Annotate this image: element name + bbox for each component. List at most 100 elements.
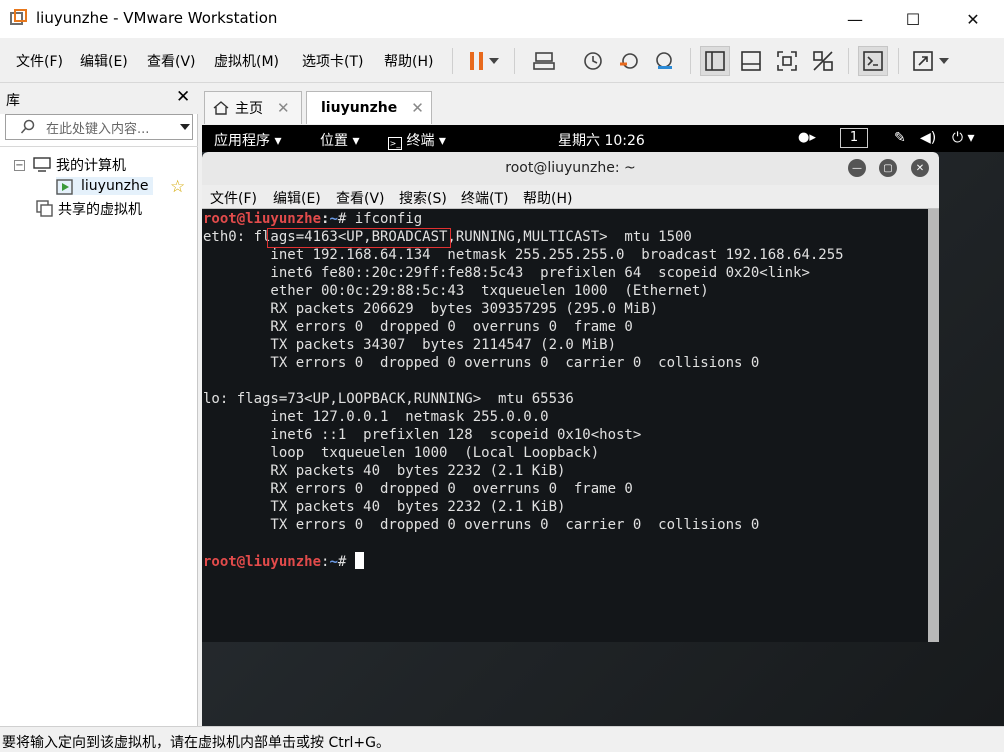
terminal-window: root@liuyunzhe: ~ — ▢ ✕ 文件(F) 编辑(E) 查看(V… — [202, 152, 939, 642]
term-menu-edit[interactable]: 编辑(E) — [273, 188, 321, 208]
terminal-output[interactable]: root@liuyunzhe:~# ifconfig eth0: flags=4… — [202, 209, 928, 642]
output-line: inet 192.168.64.134 netmask 255.255.255.… — [203, 247, 844, 263]
vmware-logo-icon — [10, 9, 27, 25]
menu-edit[interactable]: 编辑(E) — [80, 51, 128, 71]
close-button[interactable]: ✕ — [950, 0, 996, 38]
prompt-user: root@liuyunzhe — [203, 211, 322, 227]
chevron-down-icon[interactable] — [936, 46, 952, 76]
minimize-icon[interactable]: — — [848, 159, 866, 177]
search-input[interactable]: 在此处键入内容... — [46, 118, 176, 137]
tree-label: 共享的虚拟机 — [58, 202, 142, 218]
collapse-icon[interactable]: − — [14, 159, 25, 171]
tab-label: liuyunzhe — [321, 100, 398, 116]
chevron-down-icon[interactable] — [486, 46, 502, 76]
tab-label: 主页 — [235, 101, 263, 117]
tab-liuyunzhe[interactable]: liuyunzhe ✕ — [306, 91, 432, 124]
computer-icon — [33, 157, 51, 172]
term-menu-file[interactable]: 文件(F) — [210, 188, 257, 208]
output-line: TX errors 0 dropped 0 overruns 0 carrier… — [203, 355, 760, 371]
window-title: liuyunzhe - VMware Workstation — [36, 9, 278, 27]
tree-vm-liuyunzhe[interactable]: liuyunzhe — [56, 177, 153, 195]
menu-view[interactable]: 查看(V) — [147, 51, 196, 71]
term-menu-search[interactable]: 搜索(S) — [399, 188, 447, 208]
snapshot-manager-icon[interactable] — [650, 46, 680, 76]
tree-my-computer[interactable]: − 我的计算机 — [14, 155, 126, 175]
search-icon — [20, 119, 35, 134]
vm-console[interactable]: 应用程序 ▾ 位置 ▾ >_ 终端 ▾ 星期六 10:26 ●▸ 1 ✎ ◀) … — [202, 125, 1004, 726]
output-line: RX errors 0 dropped 0 overruns 0 frame 0 — [203, 481, 633, 497]
prompt-line: root@liuyunzhe:~# — [203, 552, 364, 570]
applications-menu[interactable]: 应用程序 ▾ — [214, 130, 281, 150]
output-line: TX packets 34307 bytes 2114547 (2.0 MiB) — [203, 337, 617, 353]
places-menu[interactable]: 位置 ▾ — [320, 130, 359, 150]
library-tree: − 我的计算机 liuyunzhe ☆ 共享的虚拟机 — [0, 146, 198, 721]
power-icon[interactable]: ⏻ ▾ — [952, 130, 975, 146]
revert-snapshot-icon[interactable] — [614, 46, 644, 76]
prompt-user: root@liuyunzhe — [203, 554, 322, 570]
toolbar-separator — [514, 48, 515, 74]
star-icon[interactable]: ☆ — [170, 177, 185, 197]
output-line: TX packets 40 bytes 2232 (2.1 KiB) — [203, 499, 566, 515]
status-text: 要将输入定向到该虚拟机，请在虚拟机内部单击或按 Ctrl+G。 — [2, 735, 390, 751]
term-menu-help[interactable]: 帮助(H) — [523, 188, 572, 208]
tree-label: liuyunzhe — [81, 178, 149, 194]
title-bar: liuyunzhe - VMware Workstation — ☐ ✕ — [0, 0, 1004, 38]
menu-toolbar: 文件(F) 编辑(E) 查看(V) 虚拟机(M) 选项卡(T) 帮助(H) — [0, 38, 1004, 83]
close-icon[interactable]: ✕ — [176, 87, 190, 107]
library-header: 库 ✕ — [0, 84, 198, 114]
menu-file[interactable]: 文件(F) — [16, 51, 63, 71]
clock[interactable]: 星期六 10:26 — [558, 130, 645, 150]
menu-tabs[interactable]: 选项卡(T) — [302, 51, 363, 71]
volume-icon[interactable]: ◀) — [920, 130, 936, 146]
terminal-titlebar: root@liuyunzhe: ~ — ▢ ✕ — [202, 152, 939, 185]
thumbnail-bar-icon[interactable] — [736, 46, 766, 76]
home-icon — [213, 101, 229, 115]
output-line: loop txqueuelen 1000 (Local Loopback) — [203, 445, 600, 461]
toolbar-separator — [898, 48, 899, 74]
library-panel: 库 ✕ 在此处键入内容... − 我的计算机 liuyunzhe ☆ 共享的虚拟… — [0, 84, 198, 726]
terminal-label: 终端 — [406, 133, 435, 149]
applications-label: 应用程序 — [214, 133, 270, 149]
terminal-title: root@liuyunzhe: ~ — [505, 160, 636, 176]
output-line: inet6 fe80::20c:29ff:fe88:5c43 prefixlen… — [203, 265, 810, 281]
toolbar-separator — [848, 48, 849, 74]
stretch-icon[interactable] — [908, 46, 938, 76]
workspace-indicator[interactable]: 1 — [840, 128, 868, 148]
show-library-icon[interactable] — [700, 46, 730, 76]
maximize-icon[interactable]: ▢ — [879, 159, 897, 177]
minimize-button[interactable]: — — [832, 0, 878, 38]
network-icon[interactable]: ✎ — [894, 130, 906, 146]
term-menu-view[interactable]: 查看(V) — [336, 188, 385, 208]
tree-shared-vms[interactable]: 共享的虚拟机 — [36, 199, 142, 219]
term-menu-terminal[interactable]: 终端(T) — [461, 188, 508, 208]
fullscreen-icon[interactable] — [772, 46, 802, 76]
menu-help[interactable]: 帮助(H) — [384, 51, 433, 71]
console-view-icon[interactable] — [858, 46, 888, 76]
menu-vm[interactable]: 虚拟机(M) — [214, 51, 279, 71]
send-keys-icon[interactable] — [529, 46, 559, 76]
snapshot-icon[interactable] — [578, 46, 608, 76]
close-icon[interactable]: ✕ — [411, 99, 424, 117]
output-lines: eth0: flags=4163<UP,BROADCAST,RUNNING,MU… — [203, 228, 928, 552]
camera-icon[interactable]: ●▸ — [798, 130, 816, 145]
command-text: ifconfig — [346, 211, 423, 227]
output-line: RX packets 206629 bytes 309357295 (295.0… — [203, 301, 659, 317]
output-line: ether 00:0c:29:88:5c:43 txqueuelen 1000 … — [203, 283, 709, 299]
chevron-down-icon[interactable] — [180, 124, 190, 130]
unity-icon[interactable] — [808, 46, 838, 76]
maximize-button[interactable]: ☐ — [890, 0, 936, 38]
tab-home[interactable]: 主页 ✕ — [204, 91, 302, 124]
terminal-app-menu[interactable]: >_ 终端 ▾ — [388, 130, 446, 150]
close-icon[interactable]: ✕ — [911, 159, 929, 177]
prompt-path: ~ — [329, 211, 338, 227]
prompt-line: root@liuyunzhe:~# ifconfig — [203, 211, 422, 227]
output-line: RX packets 40 bytes 2232 (2.1 KiB) — [203, 463, 566, 479]
output-line: inet6 ::1 prefixlen 128 scopeid 0x10<hos… — [203, 427, 642, 443]
terminal-scrollbar[interactable] — [928, 209, 939, 642]
shared-vm-icon — [36, 200, 53, 217]
library-search[interactable]: 在此处键入内容... — [5, 114, 193, 140]
status-bar: 要将输入定向到该虚拟机，请在虚拟机内部单击或按 Ctrl+G。 — [0, 726, 1004, 752]
close-icon[interactable]: ✕ — [277, 99, 290, 117]
